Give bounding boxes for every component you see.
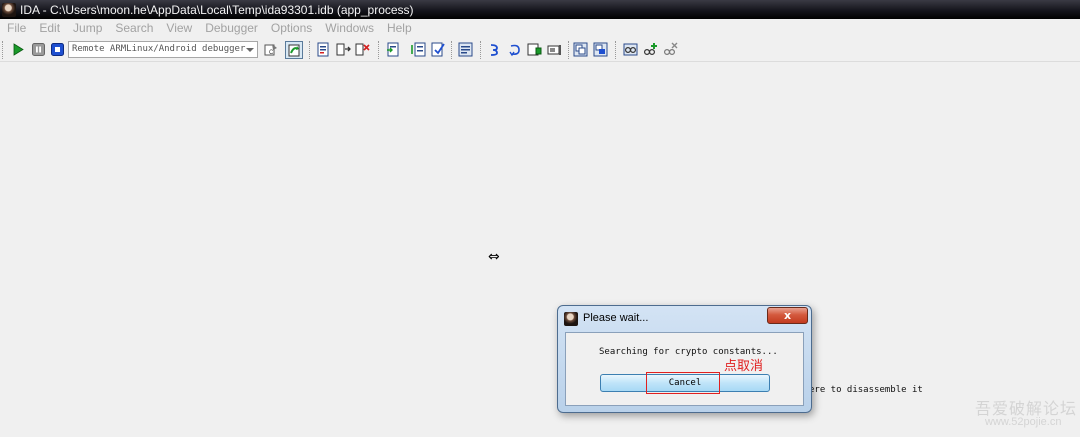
debugger-options-icon[interactable]: C — [264, 42, 279, 57]
process-list-icon[interactable] — [316, 42, 331, 57]
dialog-body: Searching for crypto constants... Cancel — [565, 332, 804, 406]
toolbar-separator — [615, 41, 617, 59]
toolbar-separator — [568, 41, 570, 59]
step-over-icon[interactable] — [411, 42, 426, 57]
breakpoint-list-icon[interactable] — [527, 42, 542, 57]
attach-process-icon — [288, 44, 300, 57]
menu-windows[interactable]: Windows — [325, 21, 374, 35]
detach-process-icon[interactable] — [355, 42, 370, 57]
trace-window-icon[interactable] — [547, 42, 562, 57]
menu-help[interactable]: Help — [387, 21, 412, 35]
watermark-url: www.52pojie.cn — [985, 416, 1062, 428]
resize-cursor-icon: ⇔ — [488, 249, 500, 265]
title-bar: IDA - C:\Users\moon.he\AppData\Local\Tem… — [0, 0, 1080, 19]
ida-app-icon — [2, 2, 16, 17]
chevron-down-icon — [246, 48, 254, 52]
toolbar-separator — [378, 41, 380, 59]
dialog-close-button[interactable]: x — [767, 307, 808, 324]
attach-process-button[interactable] — [285, 41, 303, 59]
svg-text:C: C — [269, 50, 274, 56]
ida-app-icon — [564, 312, 578, 326]
add-watch-icon[interactable] — [643, 42, 658, 57]
debugger-select-value: Remote ARMLinux/Android debugger — [72, 44, 246, 54]
step-over-source-icon[interactable] — [507, 42, 522, 57]
toolbar-grip[interactable] — [2, 41, 5, 59]
menu-edit[interactable]: Edit — [39, 21, 60, 35]
annotation-highlight-box — [646, 372, 720, 394]
menu-file[interactable]: File — [7, 21, 26, 35]
terminate-process-icon[interactable] — [50, 42, 65, 57]
run-until-return-icon[interactable] — [431, 42, 446, 57]
annotation-text: 点取消 — [724, 359, 764, 374]
step-into-icon[interactable] — [386, 42, 401, 57]
menu-jump[interactable]: Jump — [73, 21, 102, 35]
toolbar-separator — [309, 41, 311, 59]
run-to-cursor-icon[interactable] — [458, 42, 473, 57]
debugger-select[interactable]: Remote ARMLinux/Android debugger — [68, 41, 258, 58]
pause-process-icon[interactable] — [31, 42, 46, 57]
menu-bar: File Edit Jump Search View Debugger Opti… — [0, 19, 1080, 37]
toolbar: Remote ARMLinux/Android debugger C — [0, 38, 1080, 62]
window-title: IDA - C:\Users\moon.he\AppData\Local\Tem… — [20, 2, 414, 17]
toolbar-separator — [480, 41, 482, 59]
menu-options[interactable]: Options — [271, 21, 312, 35]
menu-debugger[interactable]: Debugger — [205, 21, 258, 35]
background-hint-text: ere to disassemble it — [809, 385, 923, 395]
toolbar-separator — [451, 41, 453, 59]
please-wait-dialog: Please wait... x Searching for crypto co… — [557, 305, 812, 413]
menu-search[interactable]: Search — [115, 21, 153, 35]
run-to-icon[interactable] — [336, 42, 351, 57]
delete-watch-icon[interactable] — [663, 42, 678, 57]
step-into-source-icon[interactable] — [487, 42, 502, 57]
menu-view[interactable]: View — [166, 21, 192, 35]
watch-view-icon[interactable] — [623, 42, 638, 57]
start-process-icon[interactable] — [10, 42, 25, 57]
dialog-title: Please wait... — [583, 312, 649, 324]
modules-window-icon[interactable] — [573, 42, 588, 57]
threads-window-icon[interactable] — [593, 42, 608, 57]
